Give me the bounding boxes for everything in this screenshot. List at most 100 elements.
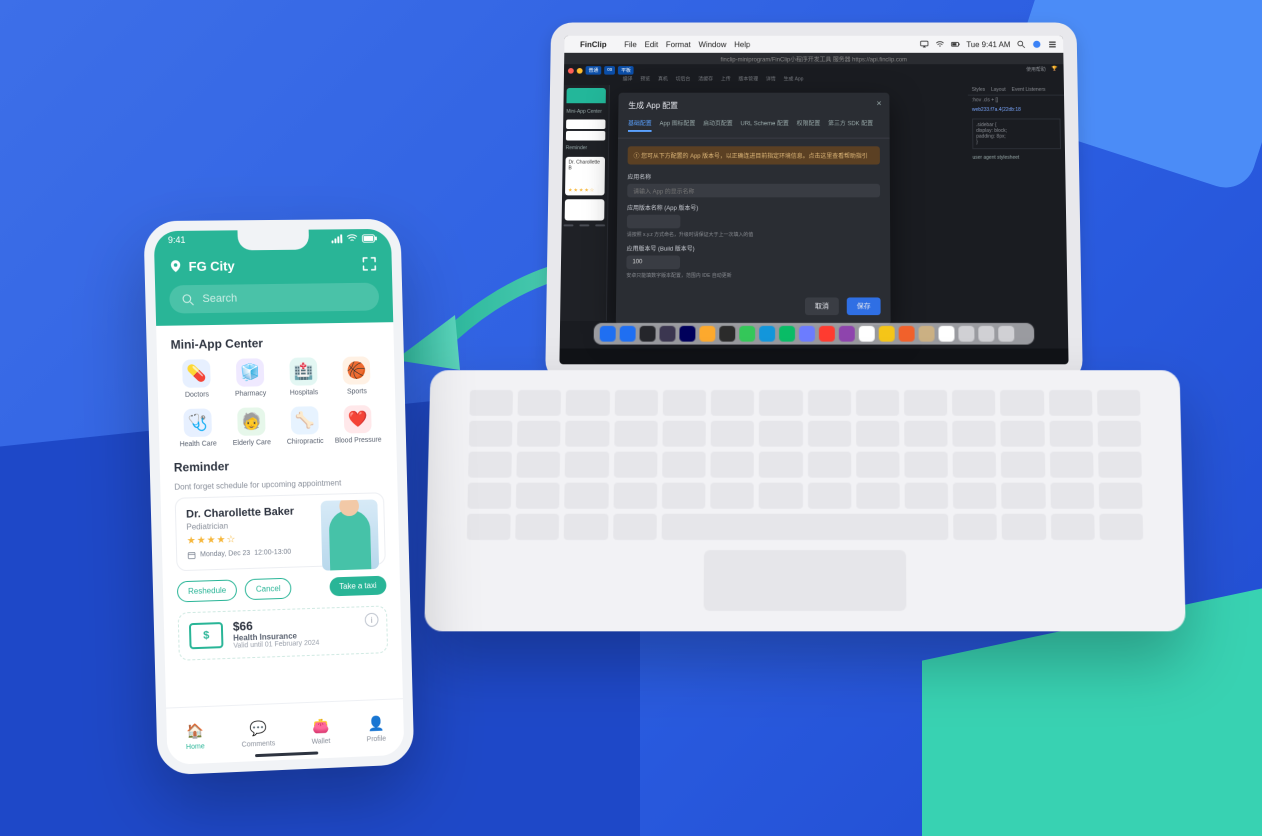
dock-app-icon[interactable] bbox=[679, 326, 695, 342]
modal-tab[interactable]: 启动页配置 bbox=[703, 119, 733, 132]
dock-app-icon[interactable] bbox=[640, 326, 656, 342]
nav-item-comments[interactable]: 💬Comments bbox=[241, 718, 275, 748]
mini-app-item[interactable]: 🏥Hospitals bbox=[278, 357, 328, 397]
menubar-clock[interactable]: Tue 9:41 AM bbox=[966, 40, 1010, 49]
dock-app-icon[interactable] bbox=[819, 326, 835, 342]
ide-mode-tab[interactable]: 平板 bbox=[618, 66, 634, 75]
control-center-icon[interactable] bbox=[1047, 40, 1057, 49]
airplay-icon[interactable] bbox=[919, 40, 929, 49]
minimize-icon[interactable] bbox=[577, 68, 583, 74]
modal-close-button[interactable]: × bbox=[876, 98, 881, 108]
ide-toolbar-button[interactable]: 详情 bbox=[766, 76, 776, 83]
mini-app-icon: 💊 bbox=[182, 359, 211, 388]
dock-app-icon[interactable] bbox=[600, 326, 616, 342]
mini-app-item[interactable]: ❤️Blood Pressure bbox=[333, 405, 383, 445]
ide-toolbar-button[interactable]: 清缓存 bbox=[698, 76, 713, 83]
modal-tab[interactable]: 基础配置 bbox=[628, 119, 652, 132]
dock-app-icon[interactable] bbox=[659, 326, 675, 342]
search-icon bbox=[181, 293, 194, 306]
doctor-card[interactable]: Dr. Charollette Baker Pediatrician ★★★★☆… bbox=[175, 492, 386, 571]
modal-tab[interactable]: App 图标配置 bbox=[659, 119, 695, 132]
take-taxi-button[interactable]: Take a taxi bbox=[329, 576, 386, 597]
dock-app-icon[interactable] bbox=[839, 326, 855, 342]
insurance-card[interactable]: $ $66 Health Insurance Valid until 01 Fe… bbox=[178, 605, 388, 660]
dock-app-icon[interactable] bbox=[699, 326, 715, 342]
dock-app-icon[interactable] bbox=[719, 326, 735, 342]
mini-app-item[interactable]: 🧓Elderly Care bbox=[226, 407, 277, 447]
dock-app-icon[interactable] bbox=[919, 326, 935, 342]
nav-item-profile[interactable]: 👤Profile bbox=[366, 713, 386, 743]
battery-icon[interactable] bbox=[951, 40, 961, 49]
trophy-icon[interactable]: 🏆 bbox=[1052, 66, 1058, 73]
reschedule-button[interactable]: Reshedule bbox=[177, 579, 238, 602]
devtools-tabs[interactable]: Styles Layout Event Listeners bbox=[968, 85, 1064, 95]
dock-app-icon[interactable] bbox=[779, 326, 795, 342]
wifi-icon[interactable] bbox=[935, 40, 945, 49]
devtools-toolbar[interactable]: :hov .cls + [] bbox=[968, 96, 1064, 106]
nav-item-home[interactable]: 🏠Home bbox=[185, 721, 206, 751]
dock-app-icon[interactable] bbox=[978, 326, 994, 342]
ide-toolbar-button[interactable]: 预览 bbox=[640, 76, 650, 83]
ide-toolbar-button[interactable]: 编译 bbox=[623, 76, 633, 83]
dock-app-icon[interactable] bbox=[998, 326, 1014, 342]
mac-dock[interactable] bbox=[594, 323, 1035, 345]
ide-toolbar-button[interactable]: 上传 bbox=[721, 76, 731, 83]
dock-app-icon[interactable] bbox=[879, 326, 895, 342]
dock-app-icon[interactable] bbox=[859, 326, 875, 342]
nav-item-wallet[interactable]: 👛Wallet bbox=[311, 716, 331, 746]
phone-notch bbox=[237, 230, 309, 251]
menubar-app-name[interactable]: FinClip bbox=[580, 40, 607, 49]
devtools-tab[interactable]: Event Listeners bbox=[1012, 87, 1046, 93]
preview-section-title: Mini-App Center bbox=[563, 106, 608, 117]
modal-tab[interactable]: URL Scheme 配置 bbox=[740, 119, 788, 132]
menubar-item[interactable]: Edit bbox=[645, 40, 659, 49]
mini-app-item[interactable]: 🦴Chiropractic bbox=[280, 406, 330, 446]
ide-toolbar-button[interactable]: 版本管理 bbox=[738, 76, 758, 83]
dock-app-icon[interactable] bbox=[620, 326, 636, 342]
modal-save-button[interactable]: 保存 bbox=[847, 297, 881, 315]
ide-mode-tabs[interactable]: 普通os平板 bbox=[586, 66, 634, 75]
devtools-tab[interactable]: Layout bbox=[991, 87, 1006, 93]
menubar-item[interactable]: Format bbox=[666, 40, 691, 49]
close-icon[interactable] bbox=[568, 68, 574, 74]
modal-tab[interactable]: 权限配置 bbox=[797, 119, 821, 132]
ide-toolbar-button[interactable]: 真机 bbox=[658, 76, 668, 83]
ide-mode-tab[interactable]: os bbox=[604, 66, 615, 75]
help-link[interactable]: 使用帮助 bbox=[1026, 66, 1046, 73]
modal-cancel-button[interactable]: 取消 bbox=[805, 297, 839, 315]
devtools-tab[interactable]: Styles bbox=[972, 87, 985, 93]
info-icon[interactable]: i bbox=[365, 613, 379, 627]
dock-app-icon[interactable] bbox=[739, 326, 755, 342]
menubar-item[interactable]: Window bbox=[699, 40, 727, 49]
menubar-item[interactable]: Help bbox=[734, 40, 750, 49]
modal-tabs[interactable]: 基础配置 App 图标配置启动页配置 URL Scheme 配置权限配置第三方 SD… bbox=[618, 119, 890, 139]
mini-app-item[interactable]: 💊Doctors bbox=[171, 359, 222, 399]
location-label[interactable]: FG City bbox=[188, 258, 234, 274]
ide-toolbar-button[interactable]: 切后台 bbox=[676, 76, 691, 83]
input-version-name[interactable] bbox=[627, 215, 681, 229]
modal-tab[interactable]: 第三方 SDK 配置 bbox=[828, 119, 873, 132]
ide-mode-tab[interactable]: 普通 bbox=[586, 66, 602, 75]
cancel-button[interactable]: Cancel bbox=[245, 578, 292, 601]
menubar-item[interactable]: File bbox=[624, 40, 637, 49]
spotlight-icon[interactable] bbox=[1016, 40, 1026, 49]
ide-toolbar-button[interactable]: 生成 App bbox=[784, 76, 804, 83]
input-build[interactable]: 100 bbox=[626, 255, 680, 269]
preview-row bbox=[566, 131, 605, 141]
dock-app-icon[interactable] bbox=[899, 326, 915, 342]
scan-icon[interactable] bbox=[360, 255, 378, 273]
mac-menubar[interactable]: FinClip File Edit Format Window Help Tue 9:4… bbox=[564, 36, 1063, 53]
mini-app-item[interactable]: 🏀Sports bbox=[332, 356, 382, 396]
dock-app-icon[interactable] bbox=[759, 326, 775, 342]
devtools-style-rules[interactable]: .sidebar { display: block; padding: 8px;… bbox=[972, 119, 1061, 150]
mini-app-item[interactable]: 🩺Health Care bbox=[172, 408, 223, 448]
mini-app-item[interactable]: 🧊Pharmacy bbox=[225, 358, 276, 398]
dock-app-icon[interactable] bbox=[958, 326, 974, 342]
dock-app-icon[interactable] bbox=[799, 326, 815, 342]
input-appname[interactable]: 请输入 App 的显示名称 bbox=[627, 184, 880, 198]
siri-icon[interactable] bbox=[1032, 40, 1042, 49]
search-input[interactable]: Search bbox=[169, 283, 379, 314]
dock-app-icon[interactable] bbox=[938, 326, 954, 342]
ide-toolbar[interactable]: 编译预览 真机 切后台清缓存 上传版本管理 详情 生成 App bbox=[623, 76, 1054, 83]
ide-top-controls[interactable]: 使用帮助 🏆 bbox=[1026, 66, 1058, 73]
